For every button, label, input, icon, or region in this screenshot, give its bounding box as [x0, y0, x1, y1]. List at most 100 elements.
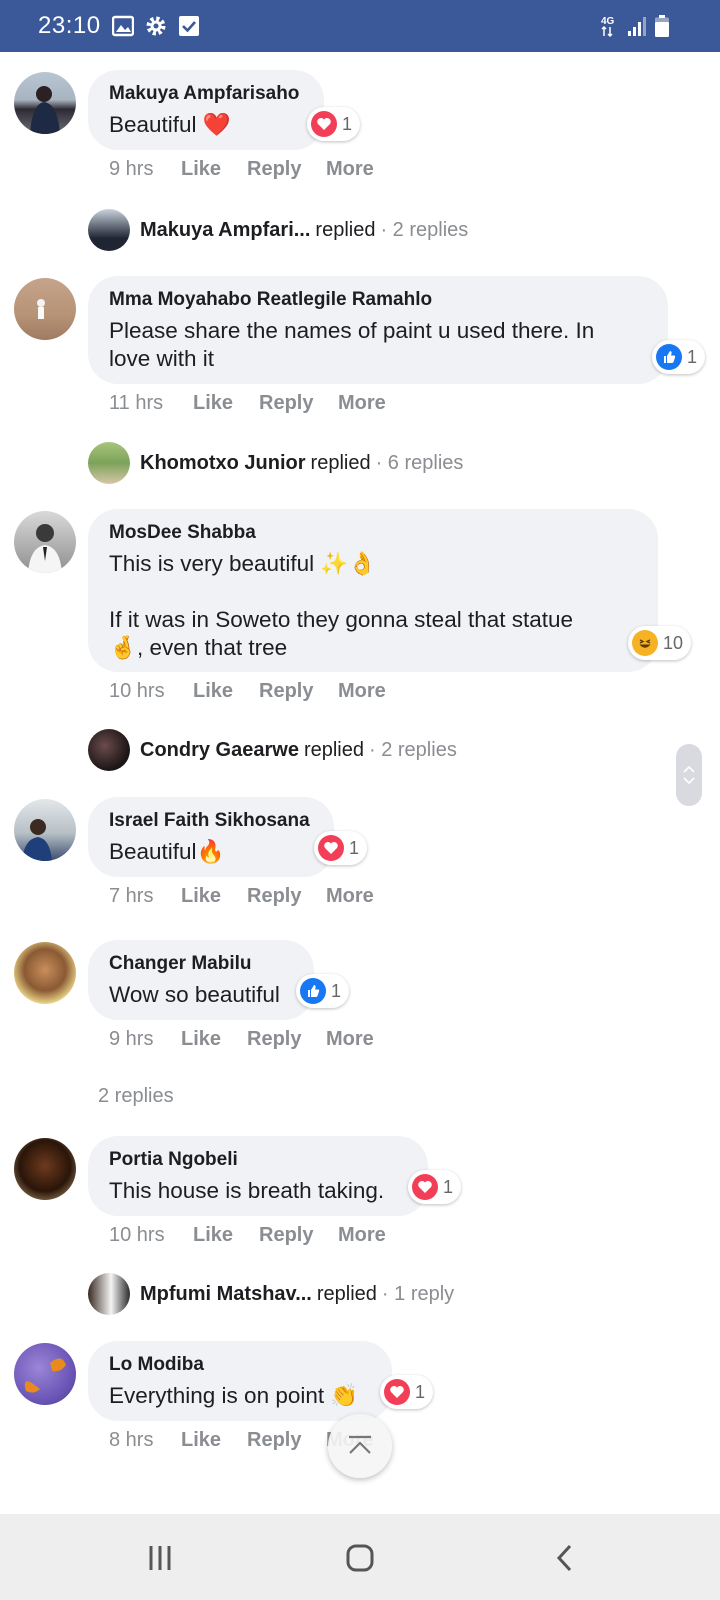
- like-button[interactable]: Like: [181, 885, 247, 908]
- reaction-badge[interactable]: 1: [307, 107, 361, 141]
- fast-scroll-handle[interactable]: [676, 744, 702, 806]
- reaction-count: 1: [443, 1176, 454, 1197]
- replies-row[interactable]: Condry Gaearwe replied · 2 replies: [88, 729, 457, 771]
- love-reaction-icon: [311, 111, 337, 137]
- comment-actions: 7 hrs Like Reply More: [109, 885, 374, 908]
- reply-avatar: [88, 442, 130, 484]
- reaction-badge[interactable]: 1: [408, 1170, 462, 1204]
- comment-bubble[interactable]: Changer Mabilu Wow so beautiful: [88, 940, 314, 1020]
- replies-row[interactable]: Mpfumi Matshav... replied · 1 reply: [88, 1273, 454, 1315]
- reply-count: · 2 replies: [369, 738, 457, 761]
- back-icon: [556, 1544, 572, 1572]
- like-button[interactable]: Like: [193, 1224, 259, 1247]
- status-bar: 23:10 4G: [0, 0, 720, 52]
- commenter-name[interactable]: Israel Faith Sikhosana: [109, 809, 314, 833]
- commenter-name[interactable]: Makuya Ampfarisaho: [109, 82, 304, 106]
- commenter-name[interactable]: Mma Moyahabo Reatlegile Ramahlo: [109, 288, 648, 312]
- double-chevron-up-icon: [349, 1435, 371, 1454]
- replied-label: replied: [310, 451, 371, 474]
- reply-button[interactable]: Reply: [247, 1429, 326, 1452]
- comment-actions: 10 hrs Like Reply More: [109, 1224, 386, 1247]
- comment-text: Everything is on point 👏: [109, 1383, 359, 1408]
- checkbox-icon: [179, 16, 199, 36]
- reply-button[interactable]: Reply: [247, 1028, 326, 1051]
- reply-count: · 1 reply: [381, 1282, 455, 1305]
- comment-time: 11 hrs: [109, 392, 164, 414]
- gear-icon: [146, 16, 166, 36]
- replies-row[interactable]: Khomotxo Junior replied · 6 replies: [88, 442, 463, 484]
- commenter-name[interactable]: Portia Ngobeli: [109, 1148, 408, 1172]
- more-button[interactable]: More: [338, 680, 386, 703]
- replied-label: replied: [315, 218, 376, 241]
- more-button[interactable]: More: [326, 1028, 374, 1051]
- view-replies-link[interactable]: 2 replies: [98, 1085, 174, 1108]
- comment-text: This house is breath taking.: [109, 1178, 385, 1203]
- replies-row[interactable]: Makuya Ampfari... replied · 2 replies: [88, 209, 468, 251]
- recent-apps-icon: [149, 1546, 171, 1570]
- reaction-count: 1: [331, 980, 342, 1001]
- avatar[interactable]: [14, 1138, 76, 1200]
- home-button[interactable]: [340, 1538, 380, 1578]
- more-button[interactable]: More: [326, 158, 374, 181]
- avatar[interactable]: [14, 942, 76, 1004]
- comment-text: This is very beautiful ✨👌 If it was in S…: [109, 551, 574, 660]
- back-button[interactable]: [544, 1538, 584, 1578]
- reaction-badge[interactable]: 1: [380, 1375, 434, 1409]
- comment-actions: 10 hrs Like Reply More: [109, 680, 386, 703]
- battery-icon: [655, 15, 669, 37]
- reaction-count: 1: [342, 113, 353, 134]
- reply-button[interactable]: Reply: [247, 158, 326, 181]
- reply-button[interactable]: Reply: [259, 1224, 338, 1247]
- avatar[interactable]: [14, 72, 76, 134]
- like-button[interactable]: Like: [181, 158, 247, 181]
- replier-name: Khomotxo Junior: [140, 451, 306, 474]
- comment-text: Beautiful🔥: [109, 839, 225, 864]
- comment-text: Beautiful ❤️: [109, 112, 231, 137]
- avatar[interactable]: [14, 278, 76, 340]
- comment-bubble[interactable]: MosDee Shabba This is very beautiful ✨👌 …: [88, 509, 658, 672]
- replier-name: Mpfumi Matshav...: [140, 1282, 312, 1305]
- signal-icon: [628, 17, 646, 36]
- reaction-badge[interactable]: 10: [628, 626, 692, 660]
- haha-reaction-icon: [632, 630, 658, 656]
- comment-feed[interactable]: Makuya Ampfarisaho Beautiful ❤️ 1 9 hrs …: [0, 52, 720, 1514]
- comment-bubble[interactable]: Portia Ngobeli This house is breath taki…: [88, 1136, 428, 1216]
- like-button[interactable]: Like: [193, 680, 259, 703]
- reaction-badge[interactable]: 1: [652, 340, 706, 374]
- like-button[interactable]: Like: [181, 1028, 247, 1051]
- svg-text:4G: 4G: [601, 16, 615, 27]
- comment-bubble[interactable]: Lo Modiba Everything is on point 👏: [88, 1341, 392, 1421]
- reply-avatar: [88, 209, 130, 251]
- recent-apps-button[interactable]: [140, 1538, 180, 1578]
- reaction-count: 1: [687, 346, 698, 367]
- like-button[interactable]: Like: [181, 1429, 247, 1452]
- avatar[interactable]: [14, 1343, 76, 1405]
- comment-text: Wow so beautiful: [109, 982, 280, 1007]
- reply-button[interactable]: Reply: [259, 392, 338, 415]
- reply-button[interactable]: Reply: [247, 885, 326, 908]
- more-button[interactable]: More: [338, 1224, 386, 1247]
- reply-button[interactable]: Reply: [259, 680, 338, 703]
- more-button[interactable]: More: [326, 885, 374, 908]
- chevron-down-icon: [683, 777, 695, 785]
- reaction-badge[interactable]: 1: [296, 974, 350, 1008]
- reaction-count: 10: [663, 632, 684, 653]
- commenter-name[interactable]: MosDee Shabba: [109, 521, 638, 545]
- like-button[interactable]: Like: [193, 392, 259, 415]
- commenter-name[interactable]: Lo Modiba: [109, 1353, 372, 1377]
- replier-name: Makuya Ampfari...: [140, 218, 311, 241]
- comment-actions: 9 hrs Like Reply More: [109, 158, 374, 181]
- comment-bubble[interactable]: Israel Faith Sikhosana Beautiful🔥: [88, 797, 334, 877]
- home-icon: [346, 1544, 374, 1572]
- scroll-to-top-button[interactable]: [328, 1414, 392, 1478]
- commenter-name[interactable]: Changer Mabilu: [109, 952, 294, 976]
- love-reaction-icon: [412, 1174, 438, 1200]
- avatar[interactable]: [14, 799, 76, 861]
- comment-bubble[interactable]: Makuya Ampfarisaho Beautiful ❤️: [88, 70, 324, 150]
- avatar[interactable]: [14, 511, 76, 573]
- more-button[interactable]: More: [338, 392, 386, 415]
- comment-bubble[interactable]: Mma Moyahabo Reatlegile Ramahlo Please s…: [88, 276, 668, 384]
- comment-time: 7 hrs: [109, 885, 154, 907]
- comment-time: 9 hrs: [109, 158, 154, 180]
- reaction-badge[interactable]: 1: [314, 831, 368, 865]
